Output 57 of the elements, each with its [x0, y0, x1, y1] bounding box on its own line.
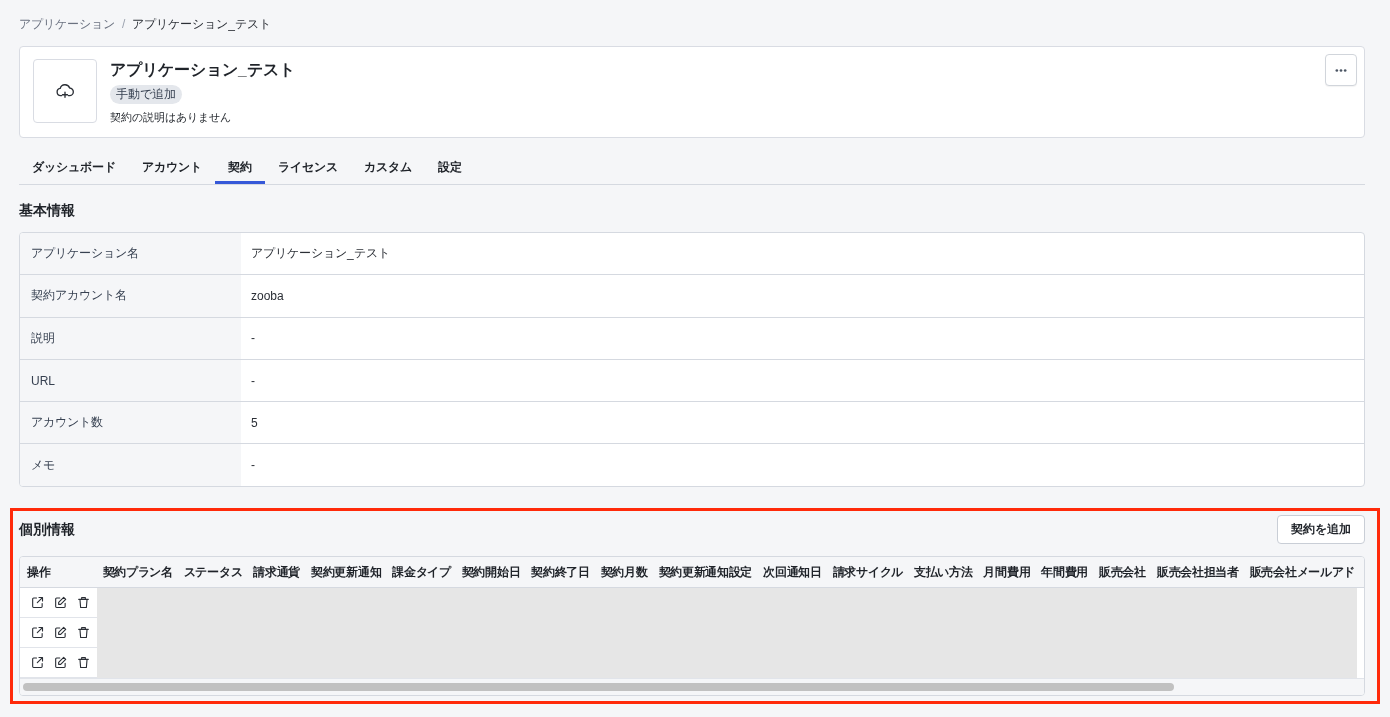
add-contract-button[interactable]: 契約を追加 [1277, 514, 1365, 544]
column-header: 契約開始日 [460, 563, 522, 581]
tab[interactable]: 設定 [425, 153, 475, 184]
tab[interactable]: ダッシュボード [19, 153, 129, 184]
tab[interactable]: ライセンス [265, 153, 351, 184]
column-header: 販売会社メールアド [1248, 563, 1356, 581]
column-header: 契約更新通知設定 [657, 563, 754, 581]
section-title: 基本情報 [19, 201, 76, 220]
tab[interactable]: アカウント [129, 153, 215, 184]
column-header: 販売会社 [1098, 563, 1147, 581]
field-label: アプリケーション名 [20, 233, 241, 275]
trash-icon[interactable] [77, 595, 90, 609]
app-title: アプリケーション_テスト [110, 60, 295, 80]
column-header: 契約終了日 [530, 563, 591, 581]
breadcrumb-separator: / [122, 17, 126, 31]
field-value: アプリケーション_テスト [250, 245, 391, 263]
column-header: 月間費用 [982, 563, 1032, 581]
column-header: 年間費用 [1040, 563, 1090, 581]
field-value: - [250, 457, 256, 475]
trash-icon[interactable] [77, 655, 90, 669]
field-value: zooba [250, 287, 285, 305]
tab[interactable]: 契約 [215, 153, 265, 184]
column-header: 契約プラン名 [101, 563, 174, 581]
tab[interactable]: カスタム [351, 153, 425, 184]
column-header: 請求通貨 [252, 563, 302, 581]
trash-icon[interactable] [77, 625, 90, 639]
column-header: 契約更新通知 [310, 563, 383, 581]
edit-icon[interactable] [54, 625, 67, 639]
edit-icon[interactable] [54, 655, 67, 669]
column-header: 操作 [26, 563, 52, 581]
field-label: 契約アカウント名 [20, 275, 241, 317]
breadcrumb-current: アプリケーション_テスト [132, 15, 272, 33]
description-text: 契約の説明はありません [110, 110, 231, 125]
column-header: 契約月数 [599, 563, 649, 581]
column-header: 販売会社担当者 [1155, 563, 1240, 581]
section-title: 個別情報 [19, 520, 75, 540]
column-header: ステータス [182, 563, 244, 581]
field-label: 説明 [20, 317, 241, 359]
field-value: - [250, 372, 256, 390]
edit-icon[interactable] [54, 595, 67, 609]
external-link-icon[interactable] [31, 625, 44, 639]
scrollbar-thumb[interactable] [23, 682, 1174, 691]
field-label: URL [20, 359, 241, 402]
external-link-icon[interactable] [31, 595, 44, 609]
column-header: 支払い方法 [912, 563, 974, 581]
field-value: 5 [250, 414, 259, 432]
column-header: 次回通知日 [762, 563, 823, 581]
column-header: 請求サイクル [831, 563, 904, 581]
tag-badge: 手動で追加 [110, 85, 182, 104]
breadcrumb-link[interactable]: アプリケーション [19, 15, 115, 33]
field-label: メモ [20, 444, 241, 486]
column-header: 課金タイプ [391, 563, 453, 581]
external-link-icon[interactable] [31, 655, 44, 669]
cloud-plus-icon [33, 59, 97, 123]
field-value: - [250, 330, 256, 348]
ellipsis-icon [1335, 67, 1347, 73]
field-label: アカウント数 [20, 402, 241, 444]
